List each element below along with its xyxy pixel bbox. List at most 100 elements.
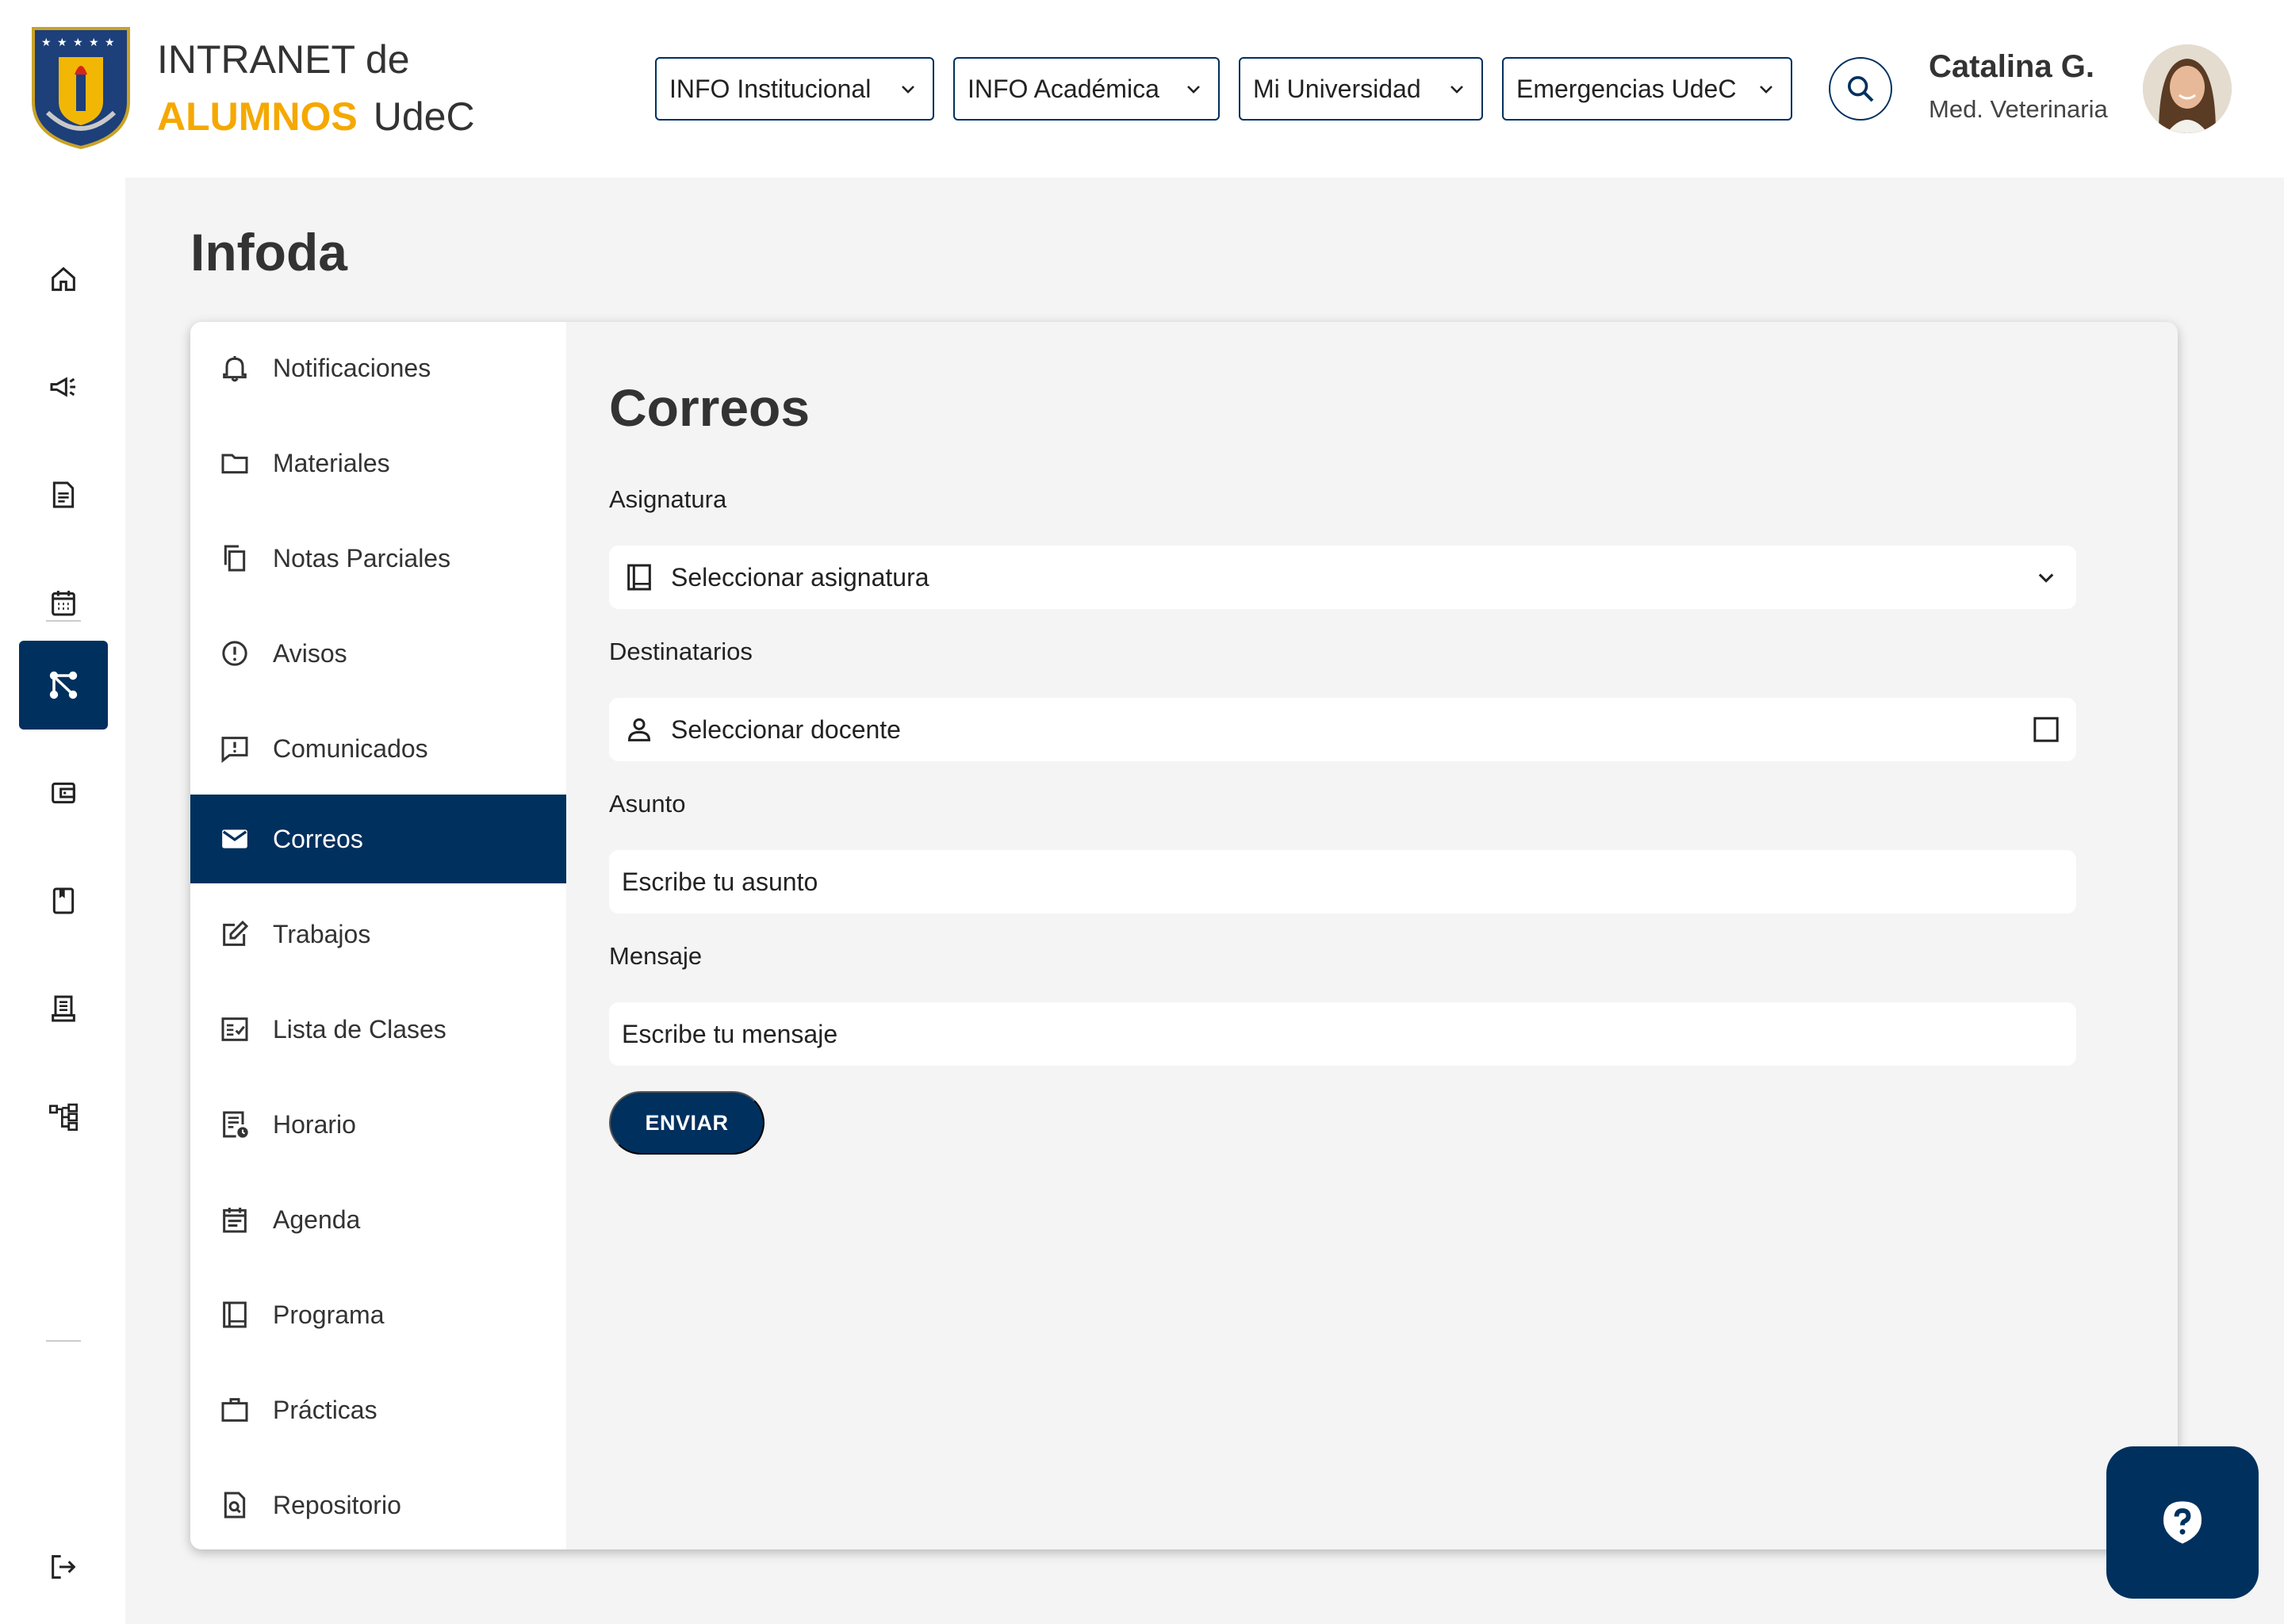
workflow-icon bbox=[49, 671, 78, 699]
menu-label: Mi Universidad bbox=[1253, 74, 1421, 103]
person-icon bbox=[622, 712, 657, 747]
wallet-icon bbox=[52, 782, 75, 804]
subnav-item-avisos[interactable]: Avisos bbox=[190, 609, 566, 698]
book-icon bbox=[52, 887, 75, 914]
rail-divider bbox=[46, 1340, 81, 1342]
book-open-icon bbox=[622, 560, 657, 595]
section-nav: Notificaciones Materiales Notas Parciale… bbox=[190, 322, 566, 1549]
asunto-placeholder: Escribe tu asunto bbox=[622, 867, 818, 896]
mensaje-label: Mensaje bbox=[609, 942, 703, 970]
search-button[interactable] bbox=[1829, 57, 1892, 121]
brand-title: INTRANET de bbox=[157, 37, 410, 82]
svg-text:★: ★ bbox=[105, 36, 115, 48]
mensaje-placeholder: Escribe tu mensaje bbox=[622, 1019, 838, 1048]
subnav-item-label: Comunicados bbox=[273, 733, 428, 763]
asignatura-select[interactable]: Seleccionar asignatura bbox=[609, 546, 2076, 609]
briefcase-icon bbox=[217, 1392, 252, 1427]
receipt-icon bbox=[52, 995, 75, 1022]
form-title: Correos bbox=[609, 378, 811, 437]
subnav-item-label: Correos bbox=[273, 824, 363, 853]
rail-infoda[interactable] bbox=[19, 641, 108, 730]
page-title: Infoda bbox=[190, 223, 347, 282]
subnav-item-trabajos[interactable]: Trabajos bbox=[190, 890, 566, 979]
subnav-item-agenda[interactable]: Agenda bbox=[190, 1175, 566, 1264]
svg-text:★: ★ bbox=[41, 36, 52, 48]
destinatarios-label: Destinatarios bbox=[609, 638, 753, 665]
icon-rail bbox=[0, 178, 125, 1624]
subnav-item-label: Materiales bbox=[273, 448, 390, 477]
rail-announcements[interactable] bbox=[19, 343, 108, 431]
subnav-item-practicas[interactable]: Prácticas bbox=[190, 1365, 566, 1454]
edit-icon bbox=[217, 917, 252, 952]
rail-wallet[interactable] bbox=[19, 749, 108, 837]
rail-documents[interactable] bbox=[19, 450, 108, 539]
destinatarios-value: Seleccionar docente bbox=[671, 714, 901, 744]
top-header: ★ ★ ★ ★ ★ INTRANET de ALUMNOS UdeC INFO Insti… bbox=[0, 0, 2284, 178]
mensaje-input[interactable]: Escribe tu mensaje bbox=[609, 1002, 2076, 1066]
rail-receipt[interactable] bbox=[19, 964, 108, 1053]
chevron-down-icon bbox=[896, 77, 920, 101]
subnav-item-lista-de-clases[interactable]: Lista de Clases bbox=[190, 985, 566, 1074]
user-name: Catalina G. bbox=[1929, 49, 2094, 84]
send-button[interactable]: ENVIAR bbox=[609, 1091, 765, 1155]
menu-info-institucional[interactable]: INFO Institucional bbox=[655, 57, 934, 121]
rail-book[interactable] bbox=[19, 856, 108, 945]
asignatura-label: Asignatura bbox=[609, 485, 727, 513]
menu-info-academica[interactable]: INFO Académica bbox=[953, 57, 1220, 121]
schedule-icon bbox=[217, 1107, 252, 1142]
menu-label: Emergencias UdeC bbox=[1516, 74, 1737, 103]
brand-suffix: UdeC bbox=[373, 94, 475, 139]
alert-circle-icon bbox=[217, 636, 252, 671]
udec-logo[interactable]: ★ ★ ★ ★ ★ bbox=[30, 25, 132, 151]
search-icon bbox=[1848, 76, 1874, 102]
rail-logout[interactable] bbox=[19, 1522, 108, 1611]
subnav-item-repositorio[interactable]: Repositorio bbox=[190, 1461, 566, 1549]
subnav-item-notificaciones[interactable]: Notificaciones bbox=[190, 324, 566, 412]
chevron-down-icon bbox=[2029, 560, 2064, 595]
sitemap-icon bbox=[49, 1103, 78, 1131]
subnav-item-correos[interactable]: Correos bbox=[190, 795, 566, 883]
brand-subtitle: ALUMNOS UdeC bbox=[157, 94, 475, 140]
menu-mi-universidad[interactable]: Mi Universidad bbox=[1239, 57, 1483, 121]
help-button[interactable] bbox=[2106, 1446, 2259, 1599]
menu-label: INFO Institucional bbox=[669, 74, 872, 103]
asunto-input[interactable]: Escribe tu asunto bbox=[609, 850, 2076, 914]
asunto-label: Asunto bbox=[609, 790, 686, 818]
subnav-item-materiales[interactable]: Materiales bbox=[190, 419, 566, 508]
subnav-item-label: Agenda bbox=[273, 1205, 361, 1234]
subnav-item-label: Horario bbox=[273, 1109, 356, 1139]
asignatura-value: Seleccionar asignatura bbox=[671, 562, 929, 592]
subnav-item-label: Notificaciones bbox=[273, 353, 431, 382]
subnav-item-label: Prácticas bbox=[273, 1395, 377, 1424]
chevron-down-icon bbox=[1182, 77, 1205, 101]
copy-icon bbox=[217, 541, 252, 576]
subnav-item-label: Trabajos bbox=[273, 919, 371, 948]
document-icon bbox=[52, 481, 75, 508]
rail-calendar[interactable] bbox=[19, 558, 108, 647]
avatar[interactable] bbox=[2143, 44, 2232, 133]
message-alert-icon bbox=[217, 731, 252, 766]
menu-label: INFO Académica bbox=[968, 74, 1159, 103]
rail-home[interactable] bbox=[19, 235, 108, 324]
subnav-item-programa[interactable]: Programa bbox=[190, 1270, 566, 1359]
rail-sitemap[interactable] bbox=[19, 1072, 108, 1161]
checkbox-icon[interactable] bbox=[2029, 712, 2064, 747]
subnav-item-label: Programa bbox=[273, 1300, 385, 1329]
subnav-item-label: Lista de Clases bbox=[273, 1014, 446, 1044]
calendar-icon bbox=[52, 591, 75, 616]
folder-icon bbox=[217, 446, 252, 481]
megaphone-icon bbox=[50, 377, 75, 397]
chevron-down-icon bbox=[1754, 77, 1778, 101]
destinatarios-select[interactable]: Seleccionar docente bbox=[609, 698, 2076, 761]
rail-divider bbox=[46, 620, 81, 622]
subnav-item-notas-parciales[interactable]: Notas Parciales bbox=[190, 514, 566, 603]
checklist-icon bbox=[217, 1012, 252, 1047]
subnav-item-label: Notas Parciales bbox=[273, 543, 451, 573]
subnav-item-horario[interactable]: Horario bbox=[190, 1080, 566, 1169]
bell-icon bbox=[217, 350, 252, 385]
home-icon bbox=[52, 266, 75, 291]
menu-emergencias-udec[interactable]: Emergencias UdeC bbox=[1502, 57, 1792, 121]
subnav-item-comunicados[interactable]: Comunicados bbox=[190, 704, 566, 793]
svg-text:★: ★ bbox=[89, 36, 99, 48]
mail-form: Correos Asignatura Seleccionar asignatur… bbox=[566, 322, 2178, 1549]
